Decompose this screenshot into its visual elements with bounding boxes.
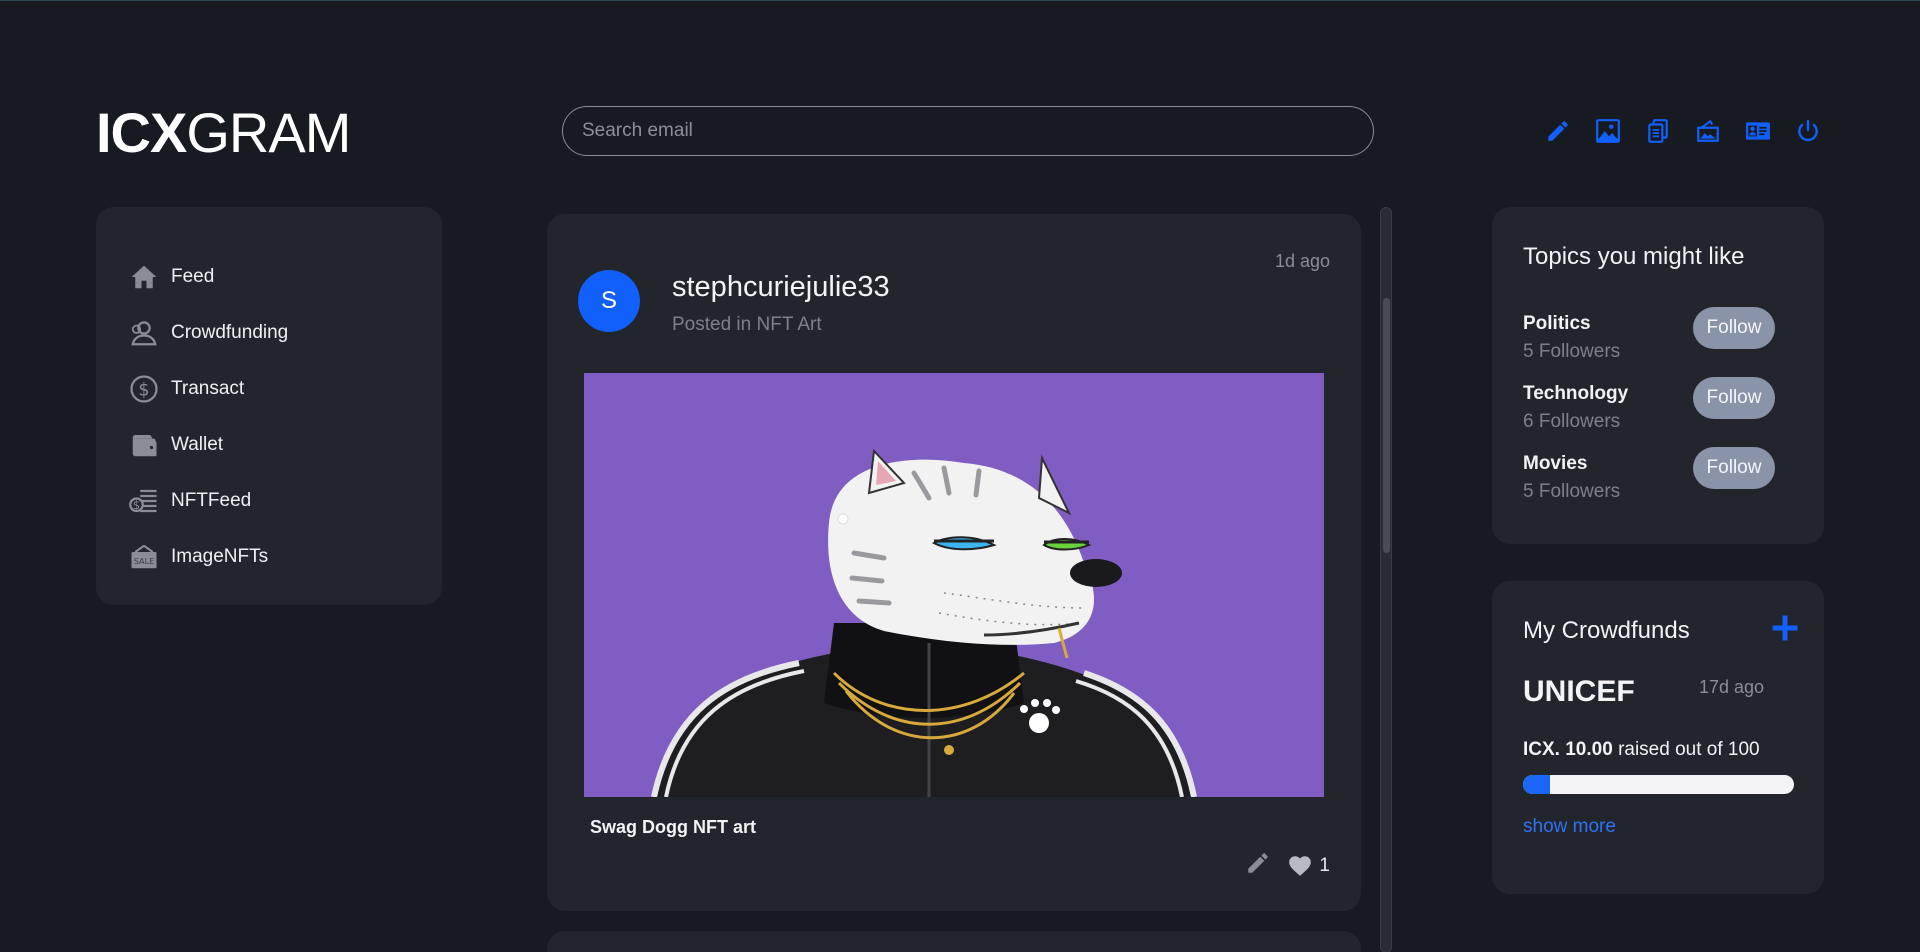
image-icon[interactable]: [1594, 113, 1622, 149]
topic-name[interactable]: Politics: [1523, 313, 1591, 335]
home-icon: [128, 261, 160, 293]
feed-post: S stephcuriejulie33 Posted in NFT Art 1d…: [547, 214, 1361, 911]
sidebar-item-feed[interactable]: Feed: [128, 249, 442, 305]
post-actions: 1: [1245, 850, 1330, 881]
logo-bold-text: ICX: [96, 101, 187, 164]
topic-row: Movies 5 Followers Follow: [1523, 447, 1793, 523]
svg-text:$: $: [133, 499, 140, 512]
sidebar-item-label: Wallet: [171, 434, 224, 455]
post-caption: Swag Dogg NFT art: [590, 817, 756, 837]
app-logo[interactable]: ICXGRAM: [96, 101, 351, 165]
sidebar-item-label: ImageNFTs: [171, 546, 269, 567]
post-category: Posted in NFT Art: [672, 314, 822, 335]
post-time: 1d ago: [1274, 251, 1330, 271]
topic-row: Politics 5 Followers Follow: [1523, 307, 1793, 383]
svg-text:$: $: [138, 380, 149, 400]
feed-scrollbar[interactable]: [1380, 207, 1392, 952]
sidebar-item-label: Feed: [171, 266, 215, 287]
fund-raised-suffix: raised out of 100: [1618, 739, 1760, 760]
topic-row: Technology 6 Followers Follow: [1523, 377, 1793, 453]
topic-name[interactable]: Movies: [1523, 453, 1587, 475]
topic-name[interactable]: Technology: [1523, 383, 1628, 405]
image-sale-icon[interactable]: [1694, 113, 1722, 149]
heart-icon: [1289, 855, 1312, 876]
add-crowdfund-plus-icon[interactable]: [1770, 613, 1800, 643]
copy-icon[interactable]: [1644, 113, 1672, 149]
topic-followers: 5 Followers: [1523, 341, 1621, 362]
sidebar-item-nftfeed[interactable]: $ NFTFeed: [128, 473, 442, 529]
sidebar-item-crowdfunding[interactable]: Crowdfunding: [128, 305, 442, 361]
follow-button[interactable]: Follow: [1693, 447, 1775, 489]
top-toolbar: [1544, 113, 1822, 149]
like-count: 1: [1319, 854, 1330, 876]
dollar-circle-icon: $: [128, 373, 160, 405]
like-button[interactable]: 1: [1287, 853, 1330, 879]
avatar[interactable]: S: [578, 270, 640, 332]
pencil-icon[interactable]: [1544, 113, 1572, 149]
fund-progress-fill: [1523, 775, 1551, 794]
sidebar-item-label: Transact: [171, 378, 245, 399]
coins-stack-icon: $: [128, 485, 160, 517]
topics-panel: Topics you might like Politics 5 Followe…: [1492, 207, 1824, 544]
power-icon[interactable]: [1794, 113, 1822, 149]
scrollbar-thumb[interactable]: [1383, 298, 1390, 553]
follow-button[interactable]: Follow: [1693, 377, 1775, 419]
swag-dogg-illustration: [584, 373, 1324, 797]
search-input[interactable]: [562, 106, 1374, 156]
topic-followers: 6 Followers: [1523, 411, 1621, 432]
feed-post-next: [547, 931, 1361, 952]
id-card-icon[interactable]: [1744, 113, 1772, 149]
sale-sign-icon: SALE: [128, 541, 160, 573]
svg-text:SALE: SALE: [134, 556, 155, 566]
sidebar-item-label: Crowdfunding: [171, 322, 289, 343]
fund-raised-text: ICX. 10.00 raised out of 100: [1523, 739, 1760, 761]
sidebar-item-transact[interactable]: $ Transact: [128, 361, 442, 417]
people-icon: [128, 317, 160, 349]
post-username[interactable]: stephcuriejulie33: [672, 271, 890, 304]
edit-pencil-icon[interactable]: [1245, 850, 1271, 881]
show-more-link[interactable]: show more: [1523, 816, 1616, 838]
sidebar-item-imagenfts[interactable]: SALE ImageNFTs: [128, 529, 442, 585]
fund-raised-amount: ICX. 10.00: [1523, 739, 1613, 760]
wallet-icon: [128, 429, 160, 461]
post-image[interactable]: [584, 373, 1324, 797]
sidebar-item-label: NFTFeed: [171, 490, 252, 511]
crowdfunds-panel: My Crowdfunds UNICEF 17d ago ICX. 10.00 …: [1492, 581, 1824, 894]
topics-title: Topics you might like: [1523, 243, 1745, 270]
fund-progress-bar: [1523, 775, 1794, 794]
follow-button[interactable]: Follow: [1693, 307, 1775, 349]
sidebar-item-wallet[interactable]: Wallet: [128, 417, 442, 473]
crowdfunds-title: My Crowdfunds: [1523, 617, 1690, 644]
logo-light-text: GRAM: [186, 101, 351, 164]
sidebar: Feed Crowdfunding $ Transact Wallet $ NF…: [96, 207, 442, 605]
fund-time: 17d ago: [1699, 677, 1765, 697]
fund-name[interactable]: UNICEF: [1523, 675, 1635, 709]
topic-followers: 5 Followers: [1523, 481, 1621, 502]
